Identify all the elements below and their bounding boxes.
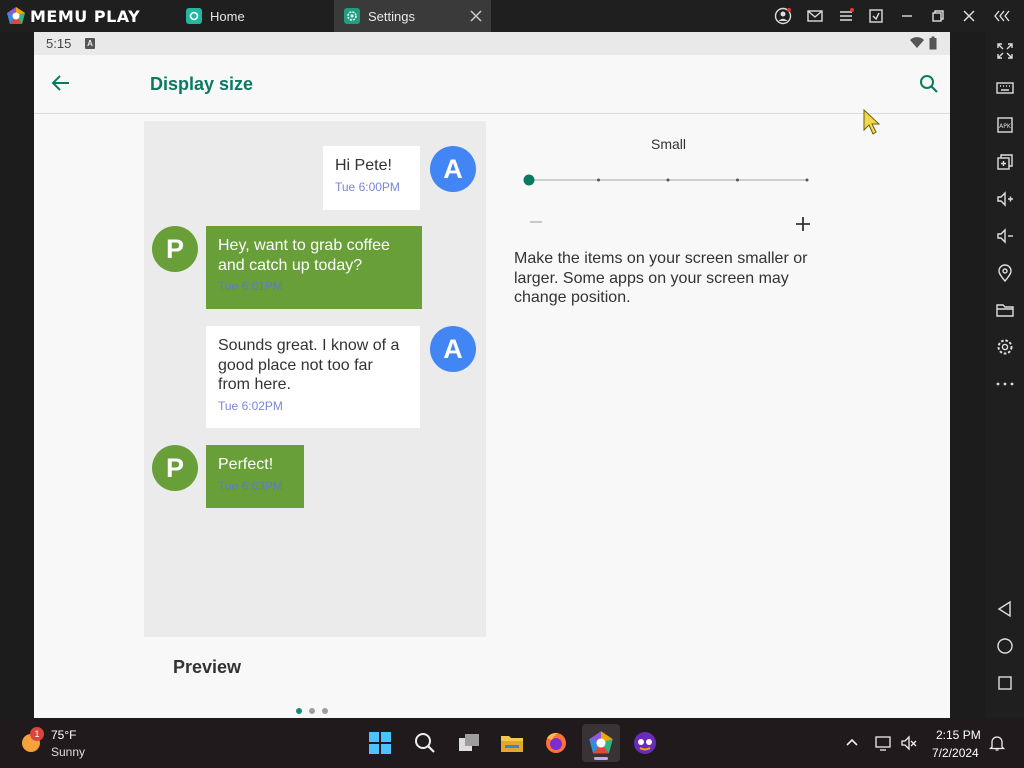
task-view-icon[interactable] (456, 730, 482, 756)
preview-label: Preview (173, 657, 242, 677)
volume-down-icon[interactable] (995, 226, 1015, 246)
tab-home[interactable]: Home (184, 0, 334, 32)
memu-taskbar-button[interactable] (582, 724, 620, 762)
menu-icon[interactable] (837, 7, 855, 25)
window-mode-icon[interactable] (867, 7, 885, 25)
message-bubble: Hey, want to grab coffee and catch up to… (206, 226, 422, 309)
close-tab-icon[interactable] (469, 9, 483, 23)
windows-start-icon[interactable] (367, 730, 393, 756)
close-icon[interactable] (960, 7, 978, 25)
increase-size-icon[interactable] (794, 215, 812, 233)
tab-settings[interactable]: Settings (334, 0, 491, 32)
page-dot[interactable] (322, 708, 328, 714)
status-bar: 5:15 A (34, 32, 950, 55)
avatar: P (152, 445, 198, 491)
restore-icon[interactable] (929, 7, 947, 25)
battery-icon (929, 36, 937, 50)
mouse-cursor-icon (863, 108, 881, 135)
slider-tick[interactable] (736, 178, 739, 182)
fullscreen-icon[interactable] (995, 41, 1015, 61)
keyboard-icon[interactable] (995, 78, 1015, 98)
size-value-label: Small (651, 136, 687, 152)
emulator-title-bar: MEMU PLAY Home Settings (0, 0, 1024, 32)
page-indicator (296, 708, 328, 714)
settings-gear-icon (344, 8, 360, 24)
app-bar: Display size (34, 55, 950, 114)
home-app-icon (186, 8, 202, 24)
tab-settings-label: Settings (368, 8, 415, 24)
memu-brand: MEMU PLAY (6, 5, 140, 27)
firefox-icon[interactable] (543, 730, 569, 756)
more-icon[interactable] (995, 374, 1015, 394)
size-description: Make the items on your screen smaller or… (514, 250, 808, 307)
message-text: Hey, want to grab coffee and catch up to… (218, 237, 390, 274)
nav-home-icon[interactable] (995, 636, 1015, 656)
nav-recents-icon[interactable] (995, 673, 1015, 693)
slider-tick[interactable] (805, 178, 809, 182)
settings-icon[interactable] (995, 337, 1015, 357)
display-size-slider[interactable] (523, 172, 813, 188)
android-screen: 5:15 A Display size Hi Pete! Tue 6:00PM … (34, 32, 950, 718)
folder-icon[interactable] (995, 300, 1015, 320)
search-icon[interactable] (918, 73, 940, 95)
avatar: A (430, 326, 476, 372)
page-dot[interactable] (309, 708, 315, 714)
brand-name: MEMU PLAY (30, 6, 141, 26)
volume-up-icon[interactable] (995, 189, 1015, 209)
svg-text:APK: APK (999, 123, 1012, 130)
page-dot[interactable] (296, 708, 302, 714)
location-icon[interactable] (995, 263, 1015, 283)
tab-home-label: Home (210, 8, 245, 24)
memu-logo-icon (7, 7, 25, 24)
message-time: Tue 6:00PM (335, 179, 400, 194)
account-icon[interactable] (774, 7, 792, 25)
notification-bell-icon[interactable] (988, 734, 1006, 752)
slider-tick[interactable] (597, 178, 600, 182)
volume-muted-icon[interactable] (900, 734, 918, 752)
multi-memu-icon[interactable] (632, 730, 658, 756)
weather-condition[interactable]: Sunny (51, 745, 85, 759)
page-title: Display size (150, 74, 254, 94)
message-bubble: Hi Pete! Tue 6:00PM (323, 146, 420, 210)
message-text: Perfect! (218, 456, 274, 473)
notification-badge: A (85, 38, 95, 49)
apk-install-icon[interactable]: APK (995, 115, 1015, 135)
network-icon[interactable] (874, 734, 892, 752)
collapse-toolbar-icon[interactable] (993, 7, 1011, 25)
message-bubble: Sounds great. I know of a good place not… (206, 326, 420, 428)
windows-taskbar: 1 75°F Sunny 2:15 PM 7/2/2024 (0, 718, 1024, 768)
back-arrow-icon[interactable] (50, 72, 72, 94)
avatar: A (430, 146, 476, 192)
message-bubble: Perfect! Tue 6:03PM (206, 445, 304, 508)
slider-tick[interactable] (666, 178, 670, 182)
memu-app-icon (589, 731, 613, 754)
weather-temp[interactable]: 75°F (51, 728, 76, 742)
search-icon[interactable] (412, 730, 438, 756)
message-text: Sounds great. I know of a good place not… (218, 337, 400, 393)
message-time: Tue 6:02PM (218, 398, 283, 413)
minimize-icon[interactable] (898, 7, 916, 25)
slider-thumb[interactable] (523, 174, 535, 186)
taskbar-date[interactable]: 7/2/2024 (932, 746, 979, 760)
message-time: Tue 6:03PM (218, 478, 283, 493)
wifi-icon (910, 37, 924, 48)
message-time: Tue 6:01PM (218, 279, 283, 293)
weather-badge: 1 (30, 727, 44, 741)
chevron-up-icon[interactable] (843, 734, 861, 752)
avatar: P (152, 226, 198, 272)
message-text: Hi Pete! (335, 157, 392, 174)
mail-icon[interactable] (806, 7, 824, 25)
taskbar-time[interactable]: 2:15 PM (936, 728, 981, 742)
decrease-size-icon[interactable] (529, 215, 543, 229)
status-time: 5:15 (46, 36, 72, 51)
multi-instance-icon[interactable] (995, 152, 1015, 172)
preview-panel: Hi Pete! Tue 6:00PM A P Hey, want to gra… (144, 121, 486, 637)
emulator-side-toolbar: APK (985, 32, 1024, 718)
nav-back-icon[interactable] (995, 599, 1015, 619)
file-explorer-icon[interactable] (499, 730, 525, 756)
